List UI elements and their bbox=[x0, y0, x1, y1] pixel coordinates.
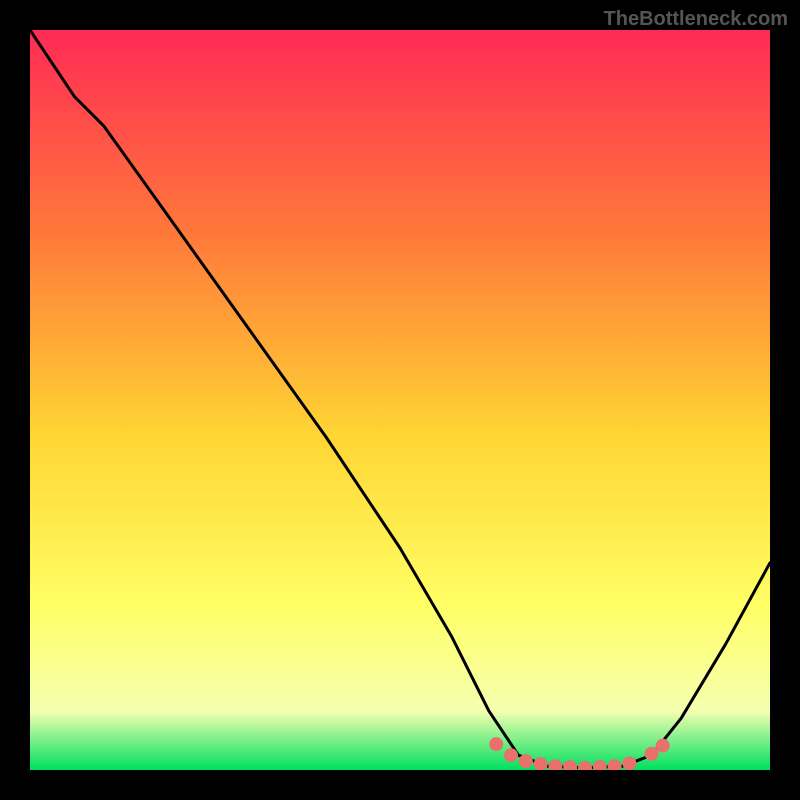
data-marker bbox=[489, 737, 503, 751]
data-marker bbox=[504, 748, 518, 762]
plot-area bbox=[30, 30, 770, 770]
data-marker bbox=[656, 739, 670, 753]
gradient-background bbox=[30, 30, 770, 770]
watermark-text: TheBottleneck.com bbox=[604, 8, 788, 31]
chart-container: TheBottleneck.com bbox=[0, 0, 800, 800]
chart-svg bbox=[30, 30, 770, 770]
data-marker bbox=[519, 754, 533, 768]
data-marker bbox=[622, 756, 636, 770]
